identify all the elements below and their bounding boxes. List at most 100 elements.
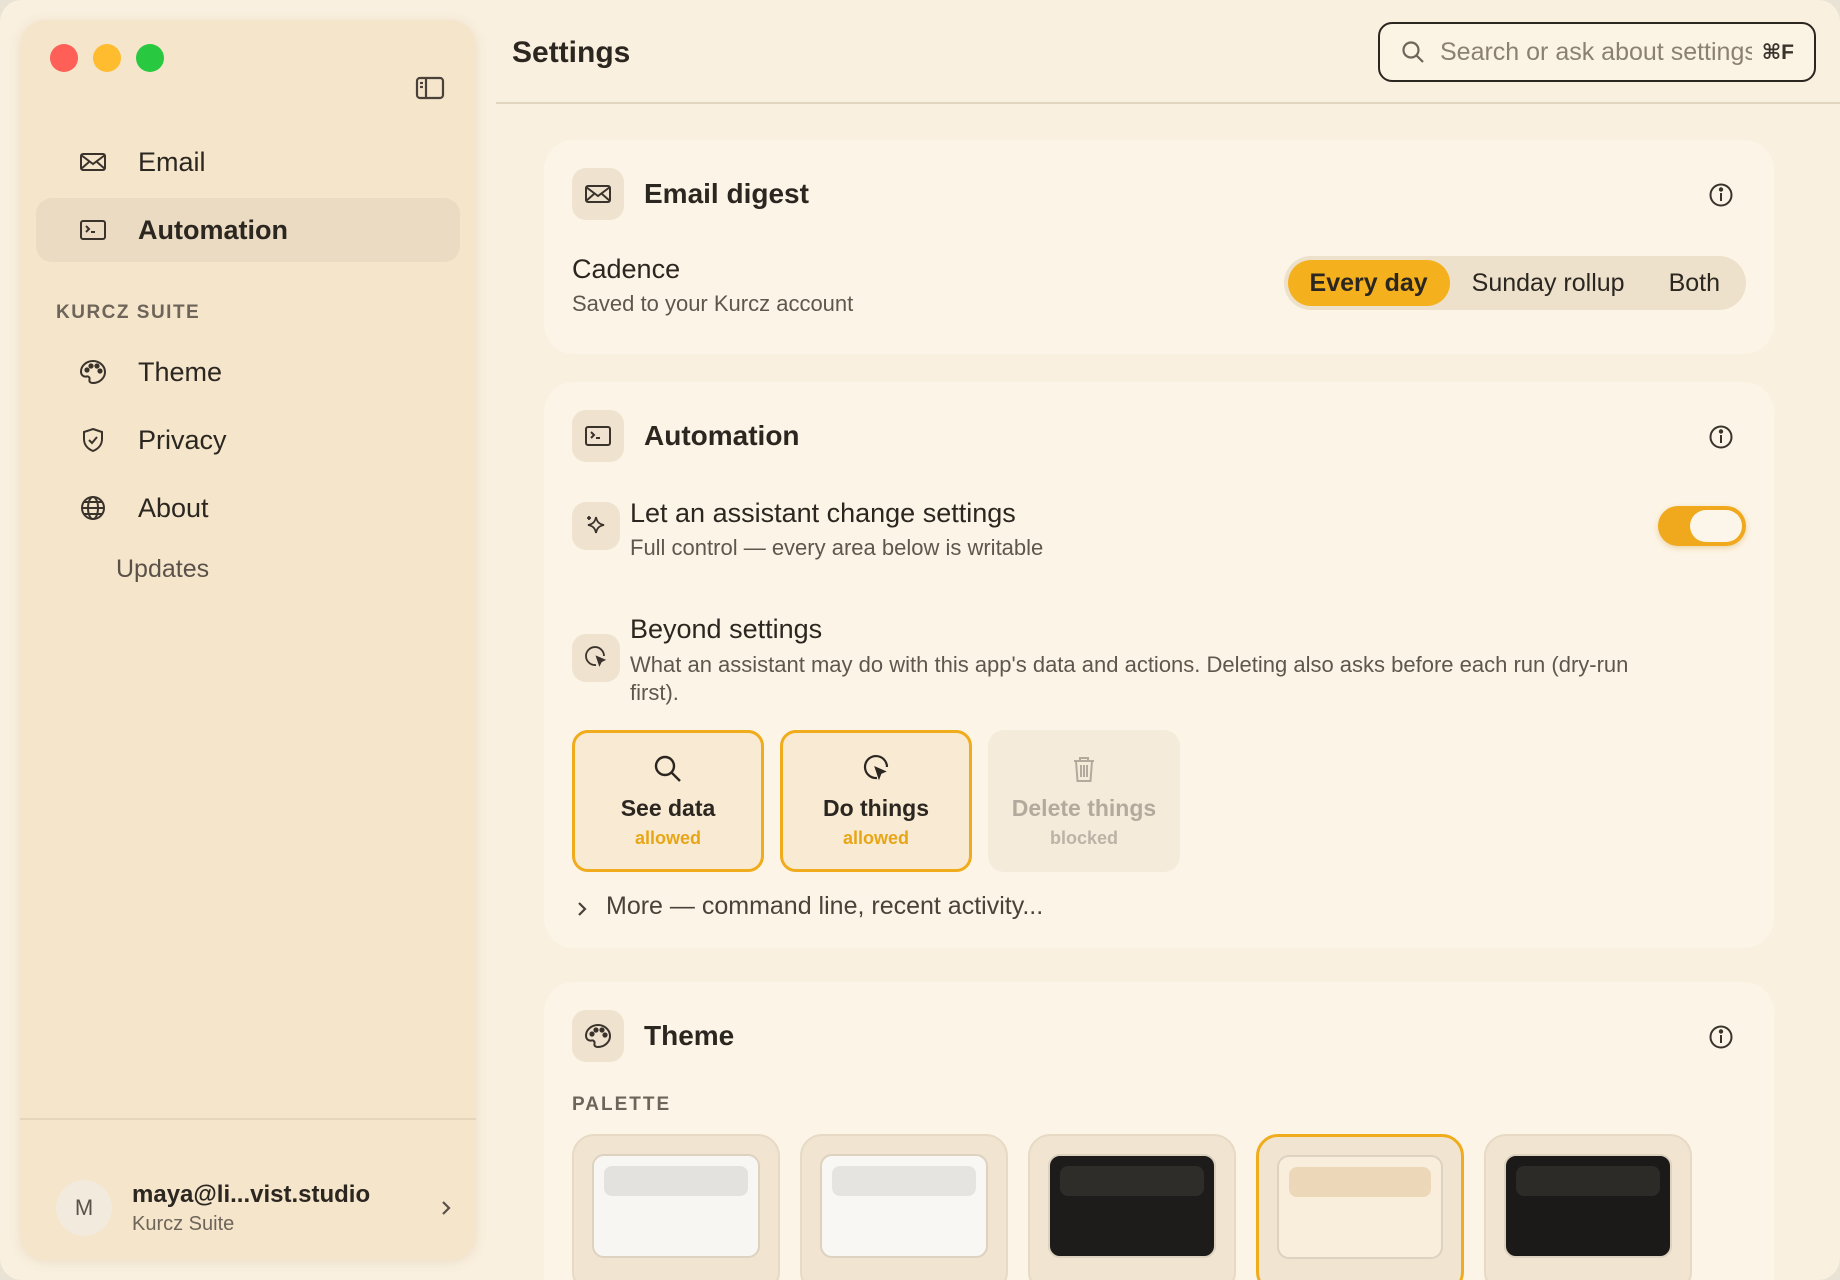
sidebar-nav: Email Automation bbox=[36, 130, 460, 266]
sidebar-divider bbox=[20, 1118, 476, 1120]
cadence-sub: Saved to your Kurcz account bbox=[572, 291, 854, 316]
swatch-preview-bar bbox=[1289, 1167, 1431, 1197]
swatch-preview-bar bbox=[832, 1166, 976, 1196]
card-header: Email digest bbox=[572, 168, 809, 220]
window-controls bbox=[50, 44, 164, 72]
swatch-preview bbox=[1277, 1155, 1443, 1259]
cadence-option-both[interactable]: Both bbox=[1647, 260, 1742, 306]
palette-swatch-2[interactable] bbox=[800, 1134, 1008, 1280]
shield-icon bbox=[78, 425, 108, 455]
search-box[interactable]: ⌘F bbox=[1378, 22, 1816, 82]
sidebar-item-automation[interactable]: Automation bbox=[36, 198, 460, 262]
sparkle-icon bbox=[572, 502, 620, 550]
assistant-label: Let an assistant change settings bbox=[630, 498, 1016, 528]
account-email: maya@li...vist.studio bbox=[132, 1180, 371, 1208]
info-icon[interactable] bbox=[1708, 1024, 1734, 1050]
assistant-sub: Full control — every area below is writa… bbox=[630, 535, 1044, 560]
permission-do-things[interactable]: Do things allowed bbox=[780, 730, 972, 872]
cursor-click-icon bbox=[860, 753, 892, 785]
envelope-icon bbox=[78, 147, 108, 177]
assistant-toggle[interactable] bbox=[1658, 506, 1746, 546]
assistant-row: Let an assistant change settings Full co… bbox=[630, 498, 1043, 561]
permission-label: See data bbox=[620, 795, 716, 821]
sidebar-item-label: About bbox=[138, 492, 209, 523]
info-icon[interactable] bbox=[1708, 182, 1734, 208]
card-title: Email digest bbox=[644, 178, 809, 209]
cadence-segmented-control: Every day Sunday rollup Both bbox=[1283, 256, 1746, 310]
theme-card: Theme PALETTE bbox=[544, 982, 1774, 1280]
palette-icon bbox=[572, 1010, 624, 1062]
terminal-icon bbox=[572, 410, 624, 462]
sidebar-subitem-label: Updates bbox=[116, 554, 210, 583]
permission-state: allowed bbox=[634, 828, 701, 848]
card-title: Theme bbox=[644, 1020, 735, 1051]
account-row[interactable]: M maya@li...vist.studio Kurcz Suite bbox=[56, 1180, 456, 1236]
palette-swatch-3[interactable] bbox=[1028, 1134, 1236, 1280]
permission-state: blocked bbox=[1049, 828, 1119, 848]
sidebar-item-label: Email bbox=[138, 146, 206, 177]
sidebar-toggle-icon[interactable] bbox=[414, 72, 446, 104]
sidebar-item-label: Privacy bbox=[138, 424, 227, 455]
settings-content: Email digest Cadence Saved to your Kurcz… bbox=[496, 106, 1840, 1280]
permission-delete-things[interactable]: Delete things blocked bbox=[988, 730, 1180, 872]
account-org: Kurcz Suite bbox=[132, 1212, 235, 1235]
card-header: Theme bbox=[572, 1010, 734, 1062]
swatch-preview-bar bbox=[1516, 1166, 1660, 1196]
beyond-label: Beyond settings bbox=[630, 614, 823, 644]
email-digest-card: Email digest Cadence Saved to your Kurcz… bbox=[544, 140, 1774, 354]
search-icon bbox=[1400, 39, 1426, 65]
sidebar-item-label: Automation bbox=[138, 214, 288, 245]
sidebar-section-label: KURCZ SUITE bbox=[56, 302, 201, 323]
card-title: Automation bbox=[644, 420, 800, 451]
palette-swatch-4[interactable] bbox=[1256, 1134, 1464, 1280]
close-window-button[interactable] bbox=[50, 44, 78, 72]
terminal-icon bbox=[78, 215, 108, 245]
card-header: Automation bbox=[572, 410, 800, 462]
more-disclosure[interactable]: More — command line, recent activity... bbox=[572, 892, 1043, 921]
swatch-preview-bar bbox=[1060, 1166, 1204, 1196]
globe-icon bbox=[78, 493, 108, 523]
info-icon[interactable] bbox=[1708, 424, 1734, 450]
account-text: maya@li...vist.studio Kurcz Suite bbox=[132, 1181, 436, 1236]
zoom-window-button[interactable] bbox=[136, 44, 164, 72]
chevron-right-icon bbox=[572, 897, 592, 917]
toggle-knob bbox=[1690, 510, 1742, 542]
search-icon bbox=[652, 753, 684, 785]
sidebar-item-privacy[interactable]: Privacy bbox=[36, 408, 460, 472]
sidebar-item-about[interactable]: About bbox=[36, 476, 460, 540]
beyond-sub: What an assistant may do with this app's… bbox=[630, 652, 1629, 705]
avatar: M bbox=[56, 1180, 112, 1236]
cursor-click-icon bbox=[572, 634, 620, 682]
cadence-row: Cadence Saved to your Kurcz account bbox=[572, 254, 853, 317]
sidebar-subitem-updates[interactable]: Updates bbox=[36, 544, 460, 594]
permission-state: allowed bbox=[842, 828, 909, 848]
palette-swatch-5[interactable] bbox=[1484, 1134, 1692, 1280]
swatch-preview bbox=[1504, 1154, 1672, 1258]
permission-see-data[interactable]: See data allowed bbox=[572, 730, 764, 872]
more-label: More — command line, recent activity... bbox=[606, 892, 1044, 920]
swatch-preview bbox=[592, 1154, 760, 1258]
header: Settings ⌘F bbox=[496, 0, 1840, 104]
beyond-row: Beyond settings What an assistant may do… bbox=[630, 614, 1670, 707]
envelope-icon bbox=[572, 168, 624, 220]
trash-icon bbox=[1068, 753, 1100, 785]
cadence-label: Cadence bbox=[572, 254, 681, 284]
page-title: Settings bbox=[512, 36, 631, 69]
palette-icon bbox=[78, 357, 108, 387]
swatch-preview-bar bbox=[604, 1166, 748, 1196]
suite-nav: Theme Privacy About Updates bbox=[36, 340, 460, 594]
search-shortcut: ⌘F bbox=[1761, 40, 1794, 64]
palette-label: PALETTE bbox=[572, 1094, 672, 1115]
sidebar-item-label: Theme bbox=[138, 356, 223, 387]
sidebar-item-email[interactable]: Email bbox=[36, 130, 460, 194]
swatch-preview bbox=[820, 1154, 988, 1258]
automation-card: Automation Let an assistant change setti… bbox=[544, 382, 1774, 948]
cadence-option-every-day[interactable]: Every day bbox=[1287, 260, 1450, 306]
sidebar: Email Automation KURCZ SUITE Theme Priva… bbox=[20, 20, 476, 1260]
sidebar-item-theme[interactable]: Theme bbox=[36, 340, 460, 404]
search-input[interactable] bbox=[1440, 37, 1752, 67]
swatch-preview bbox=[1048, 1154, 1216, 1258]
minimize-window-button[interactable] bbox=[93, 44, 121, 72]
palette-swatch-1[interactable] bbox=[572, 1134, 780, 1280]
cadence-option-sunday-rollup[interactable]: Sunday rollup bbox=[1450, 260, 1647, 306]
